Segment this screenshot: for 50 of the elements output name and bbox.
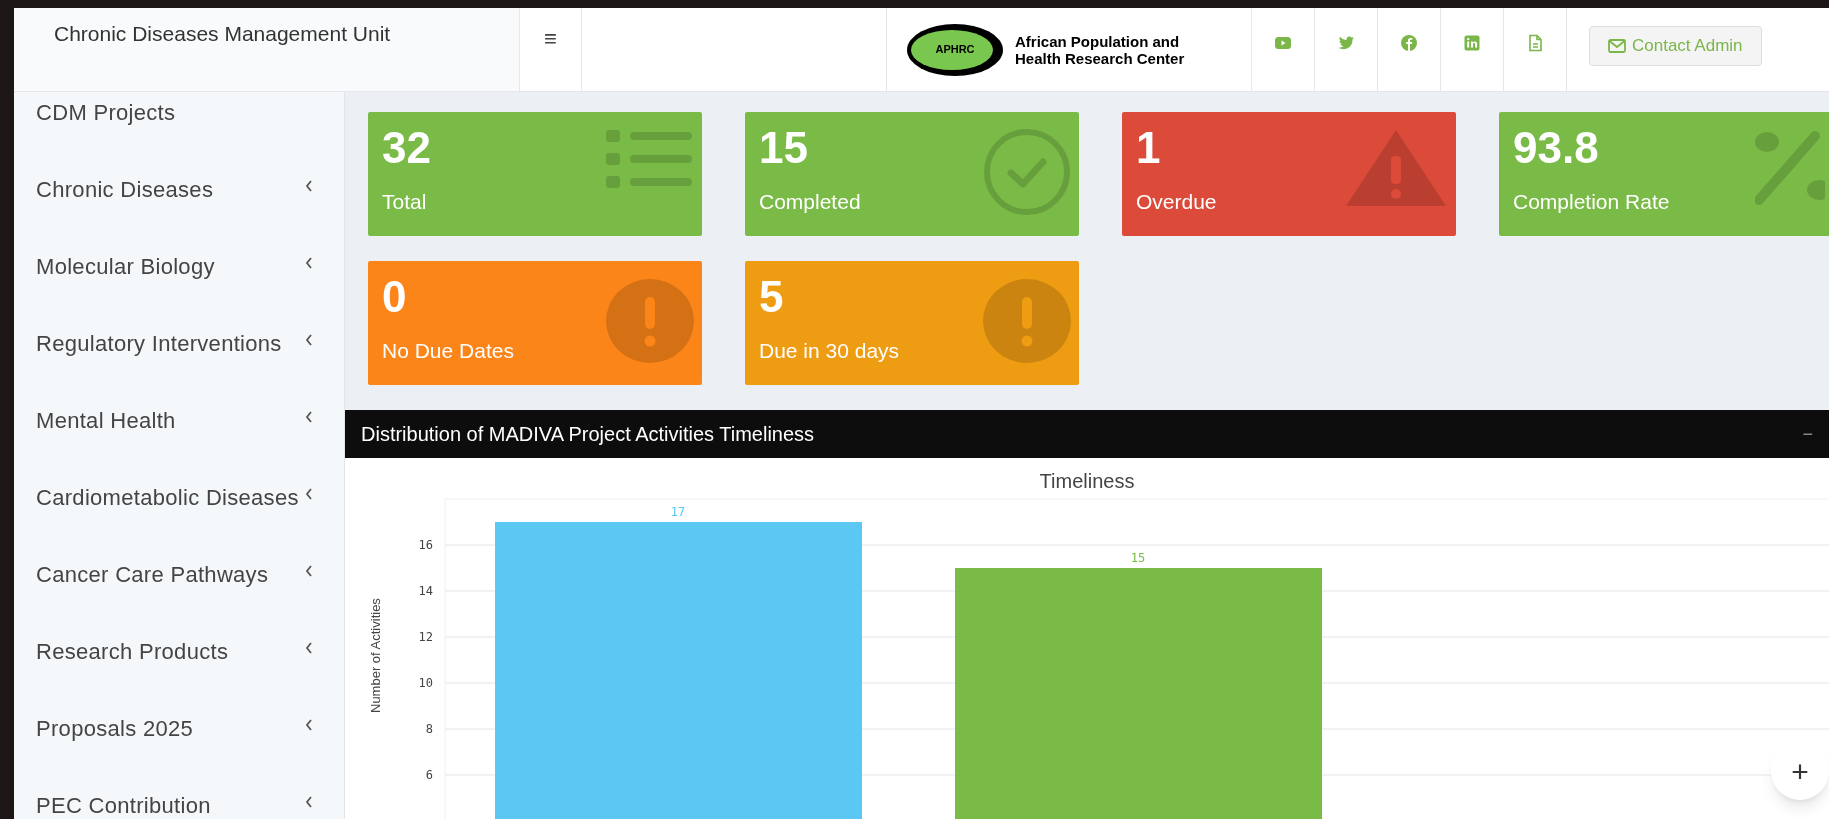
sidebar-item[interactable]: Molecular Biology [14, 250, 344, 327]
sidebar-item[interactable]: Chronic Diseases [14, 173, 344, 250]
axis-tick-label: 8 [425, 722, 433, 736]
stat-value: 93.8 [1513, 126, 1599, 170]
sidebar-item[interactable]: Mental Health [14, 404, 344, 481]
data-label: 15 [1130, 551, 1146, 565]
axis-title: Number of Activities [368, 598, 383, 713]
stat-label: Completion Rate [1513, 189, 1670, 215]
sidebar-item[interactable]: Cardiometabolic Diseases [14, 481, 344, 558]
organization-name: African Population and [1015, 32, 1181, 50]
axis-tick-label: 14 [418, 584, 433, 598]
percent-icon [1755, 128, 1825, 206]
sidebar-item[interactable]: Regulatory Interventions [14, 327, 344, 404]
axis-tick-label: 16 [418, 538, 433, 552]
stat-value: 1 [1136, 126, 1161, 170]
organization-name: Health Research Center [1015, 49, 1185, 67]
sidebar-item[interactable]: Proposals 2025 [14, 712, 344, 789]
sidebar-item[interactable]: Research Products [14, 635, 344, 712]
envelope-icon [1608, 39, 1626, 53]
list-icon [606, 128, 694, 190]
youtube-icon[interactable] [1274, 34, 1292, 52]
stat-value: 0 [382, 275, 407, 319]
stat-label: Overdue [1136, 189, 1217, 215]
axis-tick-label: 6 [425, 768, 433, 782]
stat-label: No Due Dates [382, 338, 514, 364]
axis-tick-label: 12 [418, 630, 433, 644]
exclamation-circle-icon [606, 277, 694, 365]
stat-label: Due in 30 days [759, 338, 900, 364]
sidebar-item[interactable]: PEC Contribution [14, 789, 344, 819]
stat-value: 15 [759, 126, 808, 170]
twitter-icon[interactable] [1337, 34, 1355, 52]
stat-label: Completed [759, 189, 861, 215]
stat-value: 5 [759, 275, 784, 319]
check-circle-icon [983, 128, 1071, 216]
axis-tick-label: 10 [418, 676, 433, 690]
collapse-button[interactable]: − [1802, 425, 1813, 443]
chart-title: Timeliness [1039, 470, 1135, 492]
linkedin-icon[interactable] [1463, 34, 1481, 52]
data-label: 17 [670, 505, 686, 519]
document-icon[interactable] [1526, 34, 1544, 52]
panel-title: Distribution of MADIVA Project Activities Timeliness [361, 422, 815, 447]
app-title: Chronic Diseases Management Unit [54, 21, 391, 47]
warning-icon [1344, 128, 1448, 208]
organization-logo: APHRC [907, 23, 1003, 76]
sidebar-item[interactable]: CDM Projects [14, 96, 344, 173]
sidebar-item[interactable]: Cancer Care Pathways [14, 558, 344, 635]
exclamation-circle-icon [983, 277, 1071, 365]
facebook-icon[interactable] [1400, 34, 1418, 52]
stat-label: Total [382, 189, 427, 215]
stat-value: 32 [382, 126, 431, 170]
